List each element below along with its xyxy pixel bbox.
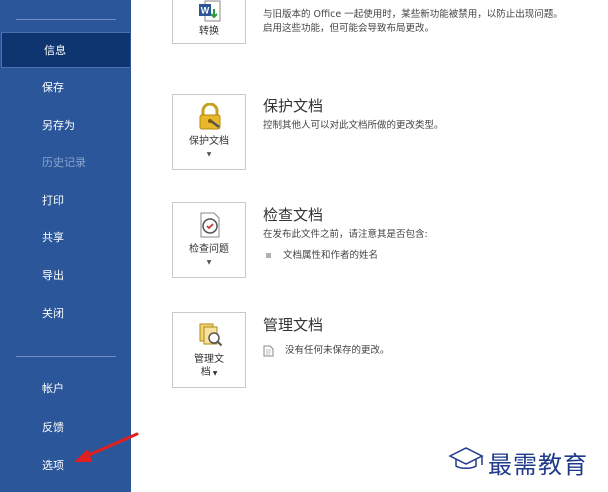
manage-document-button[interactable]: 管理文 档 ▼ (172, 312, 246, 388)
svg-text:W: W (201, 6, 210, 16)
manage-document-button-label-2: 档 (200, 367, 211, 378)
manage-status-line: 没有任何未保存的更改。 (263, 342, 390, 357)
convert-desc-line2: 启用这些功能，但可能会导致布局更改。 (263, 23, 435, 34)
protect-document-button[interactable]: 保护文档 ▼ (172, 94, 246, 170)
sidebar-item-history: 历史记录 (42, 156, 86, 169)
sidebar-item-export[interactable]: 导出 (0, 258, 131, 294)
convert-desc-line1: 与旧版本的 Office 一起使用时，某些新功能被禁用，以防止出现问题。 (263, 9, 563, 20)
protect-dropdown-icon: ▼ (206, 151, 212, 158)
inspect-document-desc: 在发布此文件之前，请注意其是否包含: (263, 229, 428, 240)
convert-button[interactable]: W 转换 (172, 0, 246, 44)
sidebar-item-save-as[interactable]: 另存为 (0, 108, 131, 144)
inspect-bullet-text: 文档属性和作者的姓名 (283, 250, 379, 261)
manage-dropdown-icon: ▼ (212, 370, 218, 377)
watermark-text: 最需教育 (488, 451, 588, 479)
protect-document-desc: 控制其他人可以对此文档所做的更改类型。 (263, 120, 444, 131)
word-convert-icon: W (199, 0, 221, 22)
sidebar-item-save[interactable]: 保存 (0, 70, 131, 106)
manage-document-icon (199, 323, 223, 347)
bullet-square-icon (266, 253, 271, 258)
check-issues-button[interactable]: 检查问题 ▼ (172, 202, 246, 278)
sidebar-item-info[interactable]: 信息 (1, 32, 130, 68)
manage-document-desc: 没有任何未保存的更改。 (285, 345, 390, 356)
sidebar-item-share[interactable]: 共享 (0, 220, 131, 256)
sidebar-divider-bottom (16, 356, 116, 357)
document-status-icon (263, 345, 274, 356)
check-issues-button-label: 检查问题 (189, 244, 229, 255)
sidebar-item-close[interactable]: 关闭 (0, 296, 131, 332)
sidebar-item-feedback[interactable]: 反馈 (0, 410, 131, 446)
watermark-logo: 最需教育 (446, 442, 602, 479)
sidebar-item-options[interactable]: 选项 (0, 448, 131, 484)
inspect-document-title: 检查文档 (263, 206, 324, 224)
convert-button-label: 转换 (199, 26, 219, 37)
inspect-bullet-item: 文档属性和作者的姓名 (266, 247, 378, 261)
sidebar-item-account[interactable]: 帐户 (0, 371, 131, 407)
sidebar-divider-top (16, 19, 116, 20)
manage-document-button-label-2-row: 档 ▼ (173, 366, 245, 380)
lock-icon (199, 103, 221, 130)
protect-document-button-label: 保护文档 (189, 136, 229, 147)
manage-document-button-label-1: 管理文 (194, 354, 224, 365)
inspect-dropdown-icon: ▼ (206, 259, 212, 266)
graduation-cap-icon (448, 447, 484, 469)
protect-document-title: 保护文档 (263, 97, 324, 115)
backstage-sidebar: 信息 保存 另存为 历史记录 打印 共享 导出 关闭 帐户 反馈 选项 (0, 0, 131, 492)
inspect-document-icon (200, 212, 220, 238)
manage-document-title: 管理文档 (263, 316, 324, 334)
sidebar-item-print[interactable]: 打印 (0, 183, 131, 219)
